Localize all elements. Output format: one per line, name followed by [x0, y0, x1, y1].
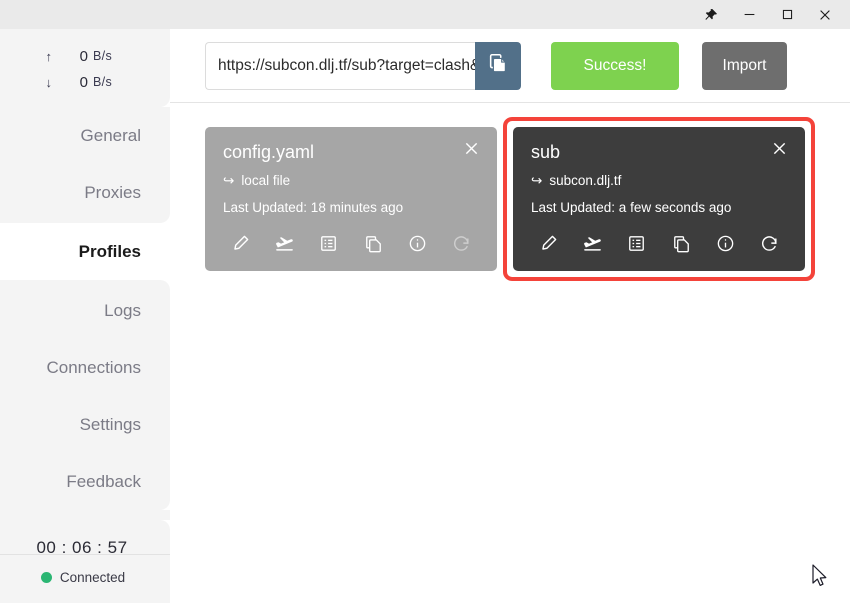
- download-speed-unit: B/s: [88, 75, 144, 89]
- download-speed-value: 0: [52, 74, 88, 91]
- profile-card-slot-highlighted: sub ↪ subcon.dlj.tf Last Updated: a few …: [503, 117, 815, 281]
- profile-source: ↪ local file: [223, 173, 479, 189]
- close-icon: [818, 8, 832, 22]
- sidebar-item-profiles[interactable]: Profiles: [0, 223, 170, 280]
- duplicate-icon-button[interactable]: [668, 231, 694, 257]
- duplicate-icon-button[interactable]: [360, 231, 386, 257]
- status-dot-icon: [41, 572, 52, 583]
- success-button[interactable]: Success!: [551, 42, 679, 90]
- rules-icon-button[interactable]: [316, 231, 342, 257]
- sidebar-item-logs[interactable]: Logs: [0, 282, 170, 339]
- pin-window-button[interactable]: [692, 0, 730, 29]
- duplicate-icon: [672, 234, 691, 253]
- profile-source-label: local file: [241, 173, 290, 188]
- sidebar-item-proxies[interactable]: Proxies: [0, 164, 170, 221]
- copy-icon: [487, 52, 509, 79]
- edit-icon-button[interactable]: [535, 231, 561, 257]
- info-icon-button[interactable]: [405, 231, 431, 257]
- upload-speed-row: ↑ 0 B/s: [0, 43, 170, 69]
- profile-actions: [223, 231, 479, 259]
- minimize-window-button[interactable]: [730, 0, 768, 29]
- sidebar-item-connections[interactable]: Connections: [0, 339, 170, 396]
- info-icon: [408, 234, 427, 253]
- apply-icon-button[interactable]: [579, 231, 605, 257]
- source-arrow-icon: ↪: [531, 173, 542, 189]
- edit-icon: [231, 234, 250, 253]
- info-icon: [716, 234, 735, 253]
- profile-toolbar: https://subcon.dlj.tf/sub?target=clash& …: [170, 29, 850, 103]
- profile-source: ↪ subcon.dlj.tf: [531, 173, 787, 189]
- delete-profile-button[interactable]: [461, 141, 481, 161]
- close-icon: [772, 141, 787, 161]
- apply-icon: [274, 233, 295, 254]
- sidebar: ↑ 0 B/s ↓ 0 B/s General Proxies Profiles: [0, 29, 170, 603]
- import-button[interactable]: Import: [702, 42, 787, 90]
- close-icon: [464, 141, 479, 161]
- apply-icon-button[interactable]: [271, 231, 297, 257]
- sidebar-nav: General Proxies Profiles Logs Connection…: [0, 107, 170, 510]
- source-arrow-icon: ↪: [223, 173, 234, 189]
- minimize-icon: [743, 8, 756, 21]
- close-window-button[interactable]: [806, 0, 844, 29]
- refresh-icon-button: [449, 231, 475, 257]
- rules-icon: [627, 234, 646, 253]
- apply-icon: [582, 233, 603, 254]
- refresh-icon-button[interactable]: [757, 231, 783, 257]
- refresh-icon: [452, 234, 471, 253]
- connection-status-label: Connected: [60, 570, 125, 585]
- url-input-group: https://subcon.dlj.tf/sub?target=clash&: [205, 42, 521, 90]
- profile-card-slot: config.yaml ↪ local file Last Updated: 1…: [205, 127, 497, 271]
- sidebar-item-label: Proxies: [84, 183, 141, 203]
- edit-icon: [539, 234, 558, 253]
- sidebar-item-label: General: [81, 126, 141, 146]
- profile-url-input[interactable]: https://subcon.dlj.tf/sub?target=clash&: [205, 42, 475, 90]
- upload-speed-unit: B/s: [88, 49, 144, 63]
- refresh-icon: [760, 234, 779, 253]
- sidebar-divider: [0, 554, 170, 555]
- profile-actions: [531, 231, 787, 259]
- profile-title: config.yaml: [223, 143, 479, 163]
- profile-card[interactable]: sub ↪ subcon.dlj.tf Last Updated: a few …: [513, 127, 805, 271]
- maximize-window-button[interactable]: [768, 0, 806, 29]
- maximize-icon: [781, 8, 794, 21]
- duplicate-icon: [364, 234, 383, 253]
- profile-card[interactable]: config.yaml ↪ local file Last Updated: 1…: [205, 127, 497, 271]
- profile-card-list: config.yaml ↪ local file Last Updated: 1…: [170, 103, 850, 281]
- window-titlebar: [0, 0, 850, 29]
- sidebar-nav-group-bottom: Logs Connections Settings Feedback: [0, 280, 170, 510]
- sidebar-item-general[interactable]: General: [0, 107, 170, 164]
- profile-updated: Last Updated: a few seconds ago: [531, 200, 787, 215]
- delete-profile-button[interactable]: [769, 141, 789, 161]
- sidebar-nav-group-top: General Proxies: [0, 107, 170, 223]
- uptime-timer: 00 : 06 : 57: [36, 538, 133, 558]
- pin-icon: [704, 8, 718, 22]
- sidebar-item-feedback[interactable]: Feedback: [0, 453, 170, 510]
- profile-title: sub: [531, 143, 787, 163]
- sidebar-item-label: Logs: [104, 301, 141, 321]
- upload-speed-value: 0: [52, 48, 88, 65]
- upload-arrow-icon: ↑: [0, 49, 52, 64]
- edit-icon-button[interactable]: [227, 231, 253, 257]
- connection-status-panel: 00 : 06 : 57 Connected: [0, 520, 170, 603]
- sidebar-spacer: [0, 510, 170, 520]
- rules-icon: [319, 234, 338, 253]
- connection-status: Connected: [41, 570, 129, 585]
- download-arrow-icon: ↓: [0, 75, 52, 90]
- profile-updated: Last Updated: 18 minutes ago: [223, 200, 479, 215]
- network-speed-panel: ↑ 0 B/s ↓ 0 B/s: [0, 29, 170, 107]
- import-button-label: Import: [723, 57, 767, 75]
- info-icon-button[interactable]: [713, 231, 739, 257]
- download-speed-row: ↓ 0 B/s: [0, 69, 170, 95]
- sidebar-item-label: Profiles: [79, 242, 141, 262]
- main-content: https://subcon.dlj.tf/sub?target=clash& …: [170, 29, 850, 603]
- success-button-label: Success!: [584, 57, 647, 75]
- sidebar-item-settings[interactable]: Settings: [0, 396, 170, 453]
- sidebar-item-label: Settings: [80, 415, 141, 435]
- profile-source-label: subcon.dlj.tf: [549, 173, 621, 188]
- rules-icon-button[interactable]: [624, 231, 650, 257]
- sidebar-item-label: Connections: [46, 358, 141, 378]
- sidebar-item-label: Feedback: [66, 472, 141, 492]
- paste-url-button[interactable]: [475, 42, 521, 90]
